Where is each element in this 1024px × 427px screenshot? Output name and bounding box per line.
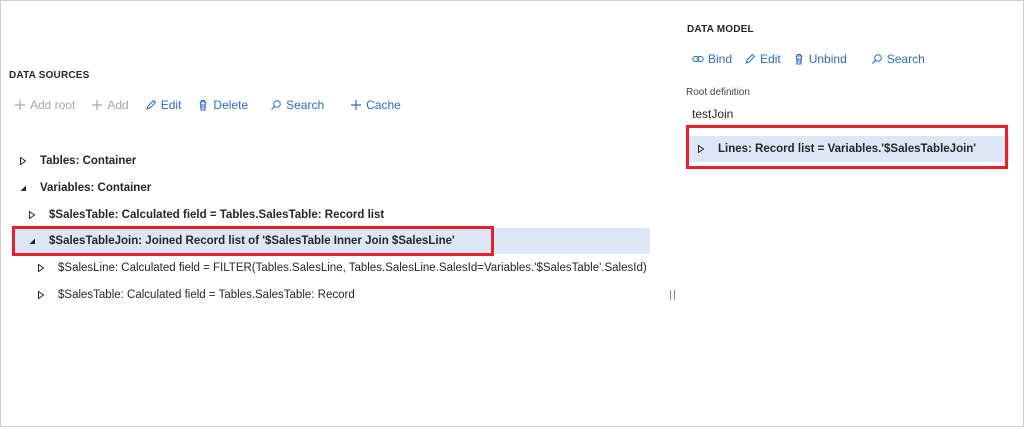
caret-down-icon[interactable] (18, 183, 28, 193)
delete-button[interactable]: Delete (197, 98, 248, 112)
edit-model-button[interactable]: Edit (744, 52, 781, 66)
add-root-button[interactable]: Add root (14, 98, 75, 112)
data-sources-title: DATA SOURCES (9, 70, 90, 81)
caret-down-icon[interactable] (27, 236, 37, 246)
search-icon (270, 99, 282, 111)
search-model-button[interactable]: Search (871, 52, 925, 66)
trash-icon (197, 99, 209, 111)
tree-item-salesline[interactable]: $SalesLine: Calculated field = FILTER(Ta… (36, 255, 647, 281)
root-definition-label: Root definition (686, 87, 750, 98)
link-icon (692, 53, 704, 65)
caret-right-icon[interactable] (18, 156, 28, 166)
tree-item-label: Tables: Container (40, 155, 137, 167)
tree-item-salestable[interactable]: $SalesTable: Calculated field = Tables.S… (27, 202, 384, 228)
root-definition-value[interactable]: testJoin (692, 107, 733, 121)
data-sources-toolbar: Add root Add Edit Delete Search Cache (14, 98, 417, 112)
plus-icon (91, 99, 103, 111)
edit-button[interactable]: Edit (145, 98, 181, 112)
caret-right-icon[interactable] (36, 290, 46, 300)
caret-right-icon[interactable] (36, 263, 46, 273)
tree-item-salestablejoin[interactable]: $SalesTableJoin: Joined Record list of '… (14, 228, 650, 254)
search-icon (871, 53, 883, 65)
tree-item-label: $SalesTableJoin: Joined Record list of '… (49, 235, 455, 247)
caret-right-icon[interactable] (696, 144, 706, 154)
unbind-button[interactable]: Unbind (793, 52, 847, 66)
tree-item-label: $SalesTable: Calculated field = Tables.S… (49, 209, 385, 221)
pencil-icon (145, 99, 157, 111)
pane-splitter[interactable] (670, 290, 675, 300)
tree-item-tables[interactable]: Tables: Container (18, 148, 136, 174)
tree-item-label: $SalesLine: Calculated field = FILTER(Ta… (58, 262, 647, 274)
search-button[interactable]: Search (270, 98, 324, 112)
model-tree-item-lines[interactable]: Lines: Record list = Variables.'$SalesTa… (688, 136, 1009, 162)
cache-button[interactable]: Cache (350, 98, 401, 112)
bind-button[interactable]: Bind (692, 52, 732, 66)
trash-icon (793, 53, 805, 65)
tree-item-label: $SalesTable: Calculated field = Tables.S… (58, 289, 355, 301)
add-button[interactable]: Add (91, 98, 129, 112)
plus-icon (14, 99, 26, 111)
plus-icon (350, 99, 362, 111)
tree-item-label: Lines: Record list = Variables.'$SalesTa… (718, 143, 977, 155)
data-model-title: DATA MODEL (687, 24, 754, 35)
pencil-icon (744, 53, 756, 65)
data-model-toolbar: Bind Edit Unbind Search (692, 52, 941, 66)
caret-right-icon[interactable] (27, 210, 37, 220)
tree-item-variables[interactable]: Variables: Container (18, 175, 151, 201)
tree-item-label: Variables: Container (40, 182, 152, 194)
tree-item-salestable-record[interactable]: $SalesTable: Calculated field = Tables.S… (36, 282, 355, 308)
